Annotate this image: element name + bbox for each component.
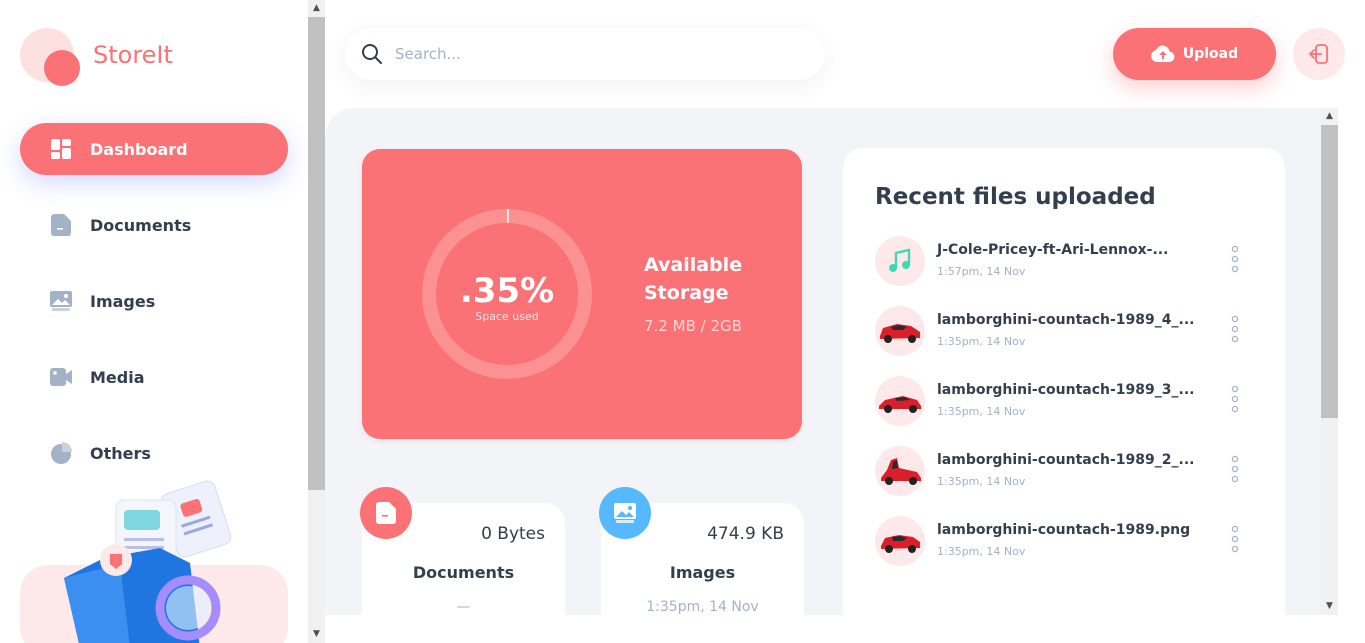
list-item[interactable]: J-Cole-Pricey-ft-Ari-Lennox-... 1:57pm, … [875,236,1255,288]
file-date: 1:57pm, 14 Nov [937,265,1026,278]
scrollbar-thumb[interactable] [308,17,325,490]
file-thumbnail [875,376,925,426]
file-date: 1:35pm, 14 Nov [937,545,1026,558]
file-thumbnail [875,306,925,356]
scroll-up-arrow[interactable]: ▲ [1321,108,1338,125]
main-scrollbar[interactable]: ▲ ▼ [1321,108,1338,615]
images-icon [614,503,636,523]
video-icon [50,366,72,388]
file-name: lamborghini-countach-1989.png [937,522,1191,538]
file-thumbnail [875,446,925,496]
more-options-icon[interactable] [1229,384,1241,414]
app-name: StoreIt [93,41,173,69]
summary-icon-circle [360,487,412,539]
recent-files-panel: Recent files uploaded J-Cole-Pricey-ft-A… [843,148,1285,615]
sidebar-item-images[interactable]: Images [20,275,288,327]
car-image-icon [880,324,920,343]
summary-card-images[interactable]: 474.9 KB Images 1:35pm, 14 Nov [599,487,804,615]
main-content: .35% Space used Available Storage 7.2 MB… [325,108,1338,615]
file-thumbnail [875,516,925,566]
sidebar-scrollbar[interactable]: ▲ ▼ [308,0,325,643]
recent-files-title: Recent files uploaded [875,184,1156,210]
summary-date: — [456,599,471,615]
logout-icon [1308,43,1330,65]
sidebar: StoreIt Dashboard Documents Images Media [0,0,308,643]
document-icon [376,502,396,524]
images-icon [50,290,72,312]
list-item[interactable]: lamborghini-countach-1989_4_... 1:35pm, … [875,306,1255,358]
list-item[interactable]: lamborghini-countach-1989.png 1:35pm, 14… [875,516,1255,568]
dashboard-icon [50,138,72,160]
upload-label: Upload [1182,46,1239,62]
sidebar-item-media[interactable]: Media [20,351,288,403]
summary-size: 0 Bytes [481,524,545,544]
summary-name: Images [669,563,736,582]
scroll-down-arrow[interactable]: ▼ [308,626,325,643]
sidebar-item-label: Others [90,443,151,463]
music-note-icon [887,248,913,274]
summary-icon-circle [599,487,651,539]
file-name: lamborghini-countach-1989_2_... [937,452,1195,468]
storage-title: Available Storage [644,254,743,304]
cloud-upload-icon [1150,45,1175,63]
file-date: 1:35pm, 14 Nov [937,475,1026,488]
scrollbar-thumb[interactable] [1321,125,1338,418]
car-image-icon [881,458,921,485]
upload-button[interactable]: Upload [1113,28,1276,80]
file-thumbnail [875,236,925,286]
sidebar-item-dashboard[interactable]: Dashboard [20,123,288,175]
search-icon [361,43,383,65]
sidebar-item-label: Dashboard [90,139,188,159]
file-name: lamborghini-countach-1989_3_... [937,382,1195,398]
car-image-icon [879,396,921,413]
app-logo[interactable]: StoreIt [20,28,260,88]
sidebar-item-others[interactable]: Others [20,427,288,479]
sidebar-nav: Dashboard Documents Images Media Others [20,123,288,503]
logout-button[interactable] [1293,28,1345,80]
car-image-icon [881,535,920,553]
storage-percent-caption: Space used [475,310,539,323]
pie-chart-icon [50,442,72,464]
scroll-up-arrow[interactable]: ▲ [308,0,325,17]
sidebar-item-label: Media [90,367,145,387]
storage-percent: .35% [459,271,555,311]
file-name: lamborghini-countach-1989_4_... [937,312,1195,328]
file-name: J-Cole-Pricey-ft-Ari-Lennox-... [937,242,1169,258]
scroll-down-arrow[interactable]: ▼ [1321,598,1338,615]
more-options-icon[interactable] [1229,244,1241,274]
summary-size: 474.9 KB [707,524,784,544]
search-bar[interactable] [345,28,825,80]
logo-circle-small [44,50,80,86]
document-icon [50,214,72,236]
list-item[interactable]: lamborghini-countach-1989_3_... 1:35pm, … [875,376,1255,428]
sidebar-item-label: Documents [90,215,192,235]
list-item[interactable]: lamborghini-countach-1989_2_... 1:35pm, … [875,446,1255,498]
file-date: 1:35pm, 14 Nov [937,405,1026,418]
header: Upload [325,0,1365,108]
storage-usage-text: 7.2 MB / 2GB [644,317,742,335]
summary-date: 1:35pm, 14 Nov [646,599,759,615]
storage-card: .35% Space used Available Storage 7.2 MB… [362,149,802,439]
search-input[interactable] [395,45,775,63]
file-date: 1:35pm, 14 Nov [937,335,1026,348]
summary-name: Documents [412,563,515,582]
files-illustration [64,480,232,643]
sidebar-item-label: Images [90,291,156,311]
more-options-icon[interactable] [1229,454,1241,484]
sidebar-item-documents[interactable]: Documents [20,199,288,251]
more-options-icon[interactable] [1229,314,1241,344]
more-options-icon[interactable] [1229,524,1241,554]
summary-card-documents[interactable]: 0 Bytes Documents — [360,487,565,615]
